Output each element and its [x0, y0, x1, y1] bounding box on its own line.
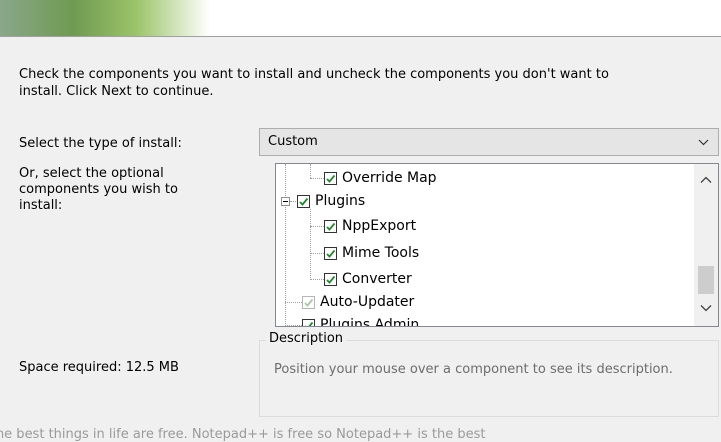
- optional-line-3: install:: [19, 198, 63, 213]
- optional-components-label: Or, select the optional components you w…: [19, 166, 239, 214]
- install-type-dropdown[interactable]: Custom: [259, 128, 719, 156]
- component-label: Plugins: [315, 193, 366, 209]
- component-converter[interactable]: Converter: [324, 268, 412, 290]
- tree-connector: [310, 253, 324, 254]
- header-banner: [0, 0, 721, 36]
- tree-connector: [310, 279, 324, 280]
- component-auto-updater[interactable]: Auto-Updater: [302, 291, 414, 313]
- tree-connector: [310, 178, 324, 179]
- header-divider: [0, 36, 721, 37]
- component-plugins[interactable]: Plugins: [297, 190, 365, 212]
- collapse-toggle-plugins[interactable]: [281, 197, 290, 206]
- component-label: NppExport: [342, 218, 417, 234]
- checkbox-disabled-checked-icon: [302, 295, 315, 309]
- space-required: Space required: 12.5 MB: [19, 360, 179, 375]
- branding-text: The best things in life are free. Notepa…: [0, 427, 486, 442]
- install-type-value: Custom: [268, 134, 318, 149]
- tree-connector: [310, 164, 311, 178]
- scroll-up-arrow-icon[interactable]: [700, 176, 712, 184]
- checkbox-checked-icon[interactable]: [297, 194, 310, 208]
- component-label: Override Map: [342, 170, 437, 186]
- intro-line-2: install. Click Next to continue.: [19, 84, 214, 99]
- components-tree[interactable]: Override Map Plugins NppExport Mime Tool…: [275, 163, 719, 327]
- description-title: Description: [266, 331, 347, 346]
- checkbox-checked-icon[interactable]: [302, 318, 315, 326]
- component-mime-tools[interactable]: Mime Tools: [324, 242, 419, 264]
- checkbox-checked-icon[interactable]: [324, 272, 337, 286]
- component-label: Converter: [342, 271, 412, 287]
- scroll-down-arrow-icon[interactable]: [700, 304, 712, 312]
- tree-connector: [285, 325, 302, 326]
- install-type-label: Select the type of install:: [19, 136, 182, 151]
- component-nppexport[interactable]: NppExport: [324, 215, 416, 237]
- component-label: Mime Tools: [342, 245, 420, 261]
- component-override-map[interactable]: Override Map: [324, 167, 437, 189]
- tree-scrollbar[interactable]: [694, 164, 718, 326]
- description-text: Position your mouse over a component to …: [274, 362, 673, 377]
- checkbox-checked-icon[interactable]: [324, 246, 337, 260]
- component-label: Plugins Admin: [320, 317, 420, 327]
- component-label: Auto-Updater: [320, 294, 415, 310]
- optional-line-2: components you wish to: [19, 182, 178, 197]
- checkbox-checked-icon[interactable]: [324, 219, 337, 233]
- chevron-down-icon: [698, 139, 709, 146]
- optional-line-1: Or, select the optional: [19, 166, 164, 181]
- checkbox-checked-icon[interactable]: [324, 171, 337, 185]
- component-plugins-admin[interactable]: Plugins Admin: [302, 314, 420, 327]
- scrollbar-thumb[interactable]: [698, 266, 714, 294]
- tree-connector: [285, 302, 302, 303]
- intro-text: Check the components you want to install…: [19, 66, 709, 100]
- header-graphic: [0, 0, 210, 36]
- tree-connector: [310, 209, 311, 280]
- intro-line-1: Check the components you want to install…: [19, 67, 609, 82]
- tree-connector: [310, 226, 324, 227]
